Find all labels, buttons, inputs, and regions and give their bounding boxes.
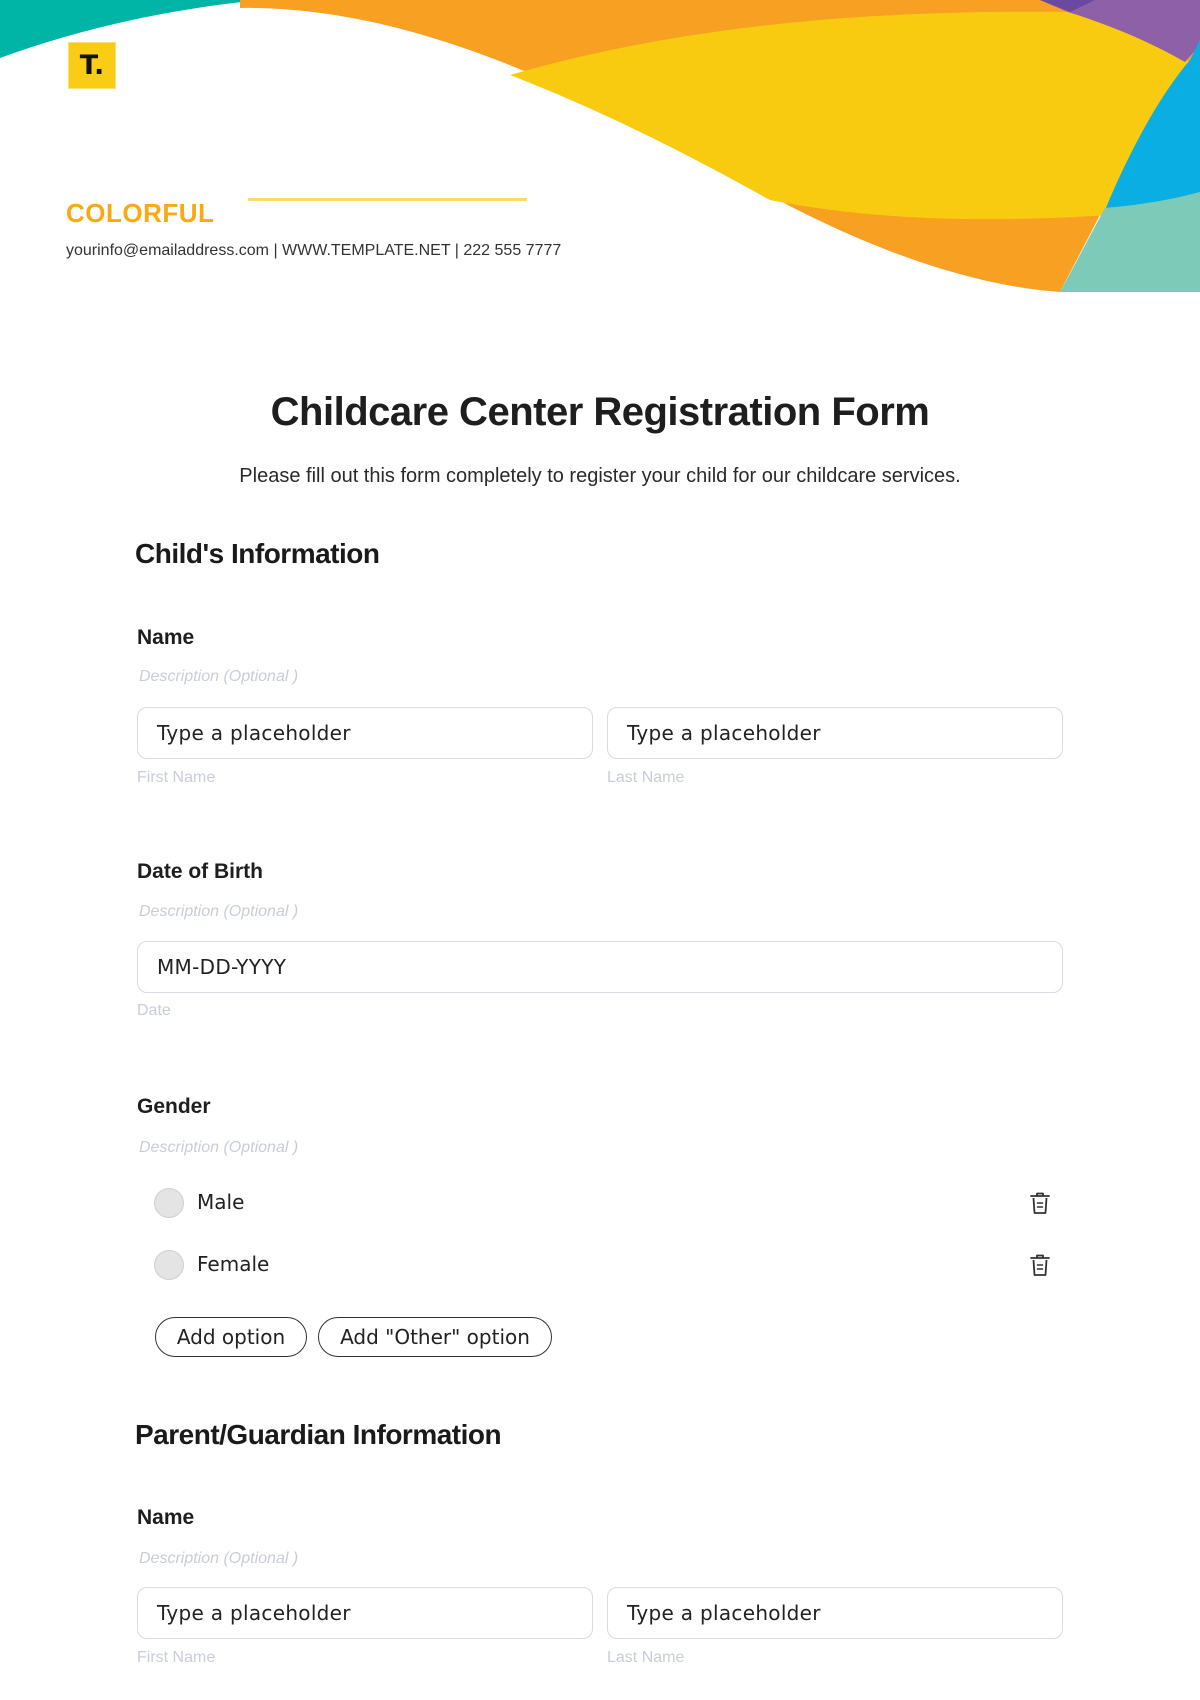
radio-female[interactable] bbox=[154, 1250, 184, 1280]
input-placeholder: Type a placeholder bbox=[627, 721, 821, 745]
field-description-parent-name[interactable]: Description (Optional ) bbox=[139, 1550, 298, 1568]
parent-first-name-input[interactable]: Type a placeholder bbox=[137, 1587, 593, 1639]
field-label-gender: Gender bbox=[137, 1095, 211, 1118]
add-other-option-button[interactable]: Add "Other" option bbox=[318, 1317, 552, 1357]
input-placeholder: Type a placeholder bbox=[627, 1601, 821, 1625]
radio-label-female[interactable]: Female bbox=[197, 1252, 269, 1276]
trash-icon[interactable] bbox=[1028, 1190, 1052, 1216]
brand-name: COLORFUL bbox=[66, 198, 215, 228]
radio-label-male[interactable]: Male bbox=[197, 1190, 244, 1214]
field-description-child-name[interactable]: Description (Optional ) bbox=[139, 668, 298, 686]
section-title-parent-info: Parent/Guardian Information bbox=[135, 1419, 502, 1450]
parent-last-name-input[interactable]: Type a placeholder bbox=[607, 1587, 1063, 1639]
sublabel-last-name: Last Name bbox=[607, 1649, 685, 1666]
contact-info: yourinfo@emailaddress.com | WWW.TEMPLATE… bbox=[66, 242, 562, 259]
form-title: Childcare Center Registration Form bbox=[270, 390, 930, 434]
sublabel-first-name: First Name bbox=[137, 1649, 216, 1666]
company-logo: T. bbox=[68, 42, 116, 89]
input-placeholder: MM-DD-YYYY bbox=[157, 955, 287, 979]
field-label-date-of-birth: Date of Birth bbox=[137, 860, 263, 883]
child-last-name-input[interactable]: Type a placeholder bbox=[607, 707, 1063, 759]
field-description-date-of-birth[interactable]: Description (Optional ) bbox=[139, 903, 298, 921]
date-of-birth-input[interactable]: MM-DD-YYYY bbox=[137, 941, 1063, 993]
input-placeholder: Type a placeholder bbox=[157, 721, 351, 745]
section-title-child-info: Child's Information bbox=[135, 538, 380, 569]
child-first-name-input[interactable]: Type a placeholder bbox=[137, 707, 593, 759]
field-label-child-name: Name bbox=[137, 626, 195, 649]
field-description-gender[interactable]: Description (Optional ) bbox=[139, 1139, 298, 1157]
brand-divider bbox=[248, 198, 527, 201]
logo-text: T. bbox=[79, 50, 105, 81]
trash-icon[interactable] bbox=[1028, 1252, 1052, 1278]
add-option-button[interactable]: Add option bbox=[155, 1317, 307, 1357]
sublabel-first-name: First Name bbox=[137, 769, 216, 786]
field-label-parent-name: Name bbox=[137, 1506, 195, 1529]
sublabel-date: Date bbox=[137, 1002, 171, 1019]
form-subtitle: Please fill out this form completely to … bbox=[239, 465, 961, 487]
input-placeholder: Type a placeholder bbox=[157, 1601, 351, 1625]
radio-male[interactable] bbox=[154, 1188, 184, 1218]
sublabel-last-name: Last Name bbox=[607, 769, 685, 786]
